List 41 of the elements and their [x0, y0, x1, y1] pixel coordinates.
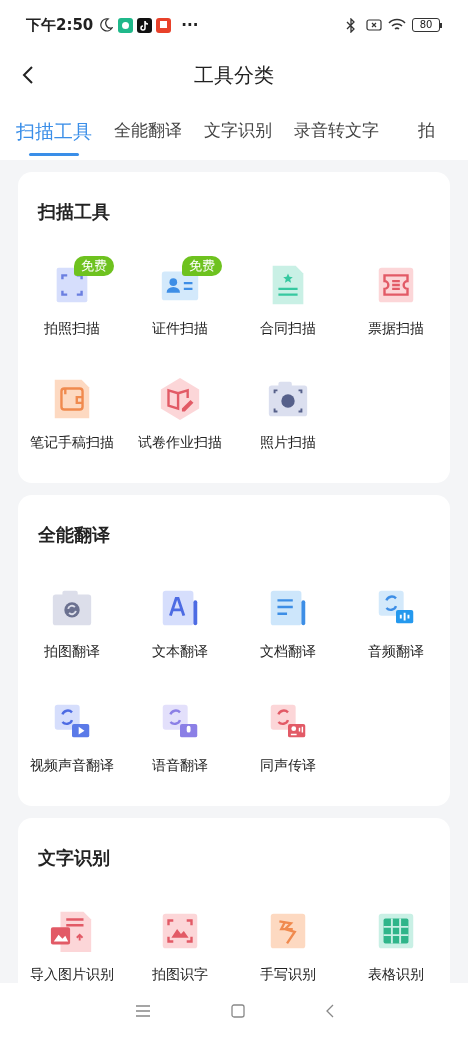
tool-item[interactable]: 免费 证件扫描 [126, 254, 234, 338]
section-title: 扫描工具 [36, 200, 111, 224]
news-app-icon [156, 17, 172, 33]
tool-item[interactable]: 免费 拍照扫描 [18, 254, 126, 338]
section-title: 全能翻译 [37, 523, 111, 547]
tool-item[interactable]: 语音翻译 [126, 691, 234, 775]
free-badge: 免费 [182, 256, 222, 276]
tool-item[interactable]: 拍图识字 [126, 900, 234, 983]
moon-icon [99, 18, 114, 32]
category-tab[interactable]: 录音转文字 [294, 105, 379, 160]
status-time: 下午2:50 [26, 14, 94, 36]
wifi-icon [388, 18, 406, 32]
home-square-icon[interactable] [230, 1004, 245, 1018]
section-title: 文字识别 [37, 846, 111, 870]
back-icon[interactable] [324, 1004, 334, 1018]
tool-item[interactable]: 合同扫描 [234, 254, 342, 338]
category-tab[interactable]: 全能翻译 [114, 105, 182, 160]
battery-icon: 80 [412, 18, 442, 32]
tool-item[interactable]: 音频翻译 [342, 577, 450, 661]
no-sim-icon [366, 19, 382, 31]
tool-item[interactable]: 同声传译 [234, 691, 342, 775]
category-tab[interactable]: 拍 [401, 105, 451, 160]
tool-item[interactable]: 手写识别 [234, 900, 342, 983]
tool-item[interactable]: 拍图翻译 [18, 577, 126, 661]
music-note-app-icon [137, 17, 153, 33]
tool-item[interactable]: 票据扫描 [342, 254, 450, 338]
tool-item[interactable]: 试卷作业扫描 [126, 368, 234, 452]
tool-item[interactable]: 文档翻译 [234, 577, 342, 661]
free-badge: 免费 [74, 256, 114, 276]
shield-app-icon [118, 17, 134, 33]
menu-icon[interactable] [134, 1005, 151, 1017]
page-title: 工具分类 [194, 62, 274, 89]
category-tab[interactable]: 文字识别 [204, 105, 272, 160]
tool-item[interactable]: 笔记手稿扫描 [18, 368, 126, 452]
tool-item[interactable]: 导入图片识别 [18, 900, 126, 983]
tool-item[interactable]: 表格识别 [342, 900, 450, 983]
tool-item[interactable]: 视频声音翻译 [18, 691, 126, 775]
more-notifications: ··· [181, 14, 199, 36]
tool-item[interactable]: 文本翻译 [126, 577, 234, 661]
bluetooth-icon [346, 17, 356, 33]
tool-item[interactable]: 照片扫描 [234, 368, 342, 452]
